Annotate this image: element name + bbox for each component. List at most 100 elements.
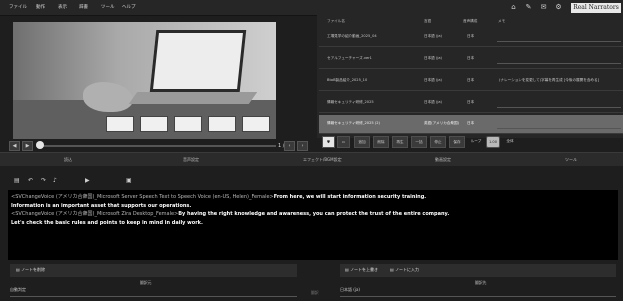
file-row[interactable]: BtoB製品紹介_2025_10 日本語 (ja) 日本 (ナレーションを変更し…: [319, 72, 623, 91]
tab-effect-bgm[interactable]: エフェクト/BGM設定: [303, 157, 342, 163]
menu-view[interactable]: 表示: [58, 4, 67, 10]
column-name[interactable]: ファイル名: [327, 19, 345, 24]
voice-tag: <SVChangeVoice (アメリカ合衆国)_Microsoft Zira …: [11, 211, 179, 217]
note-panel-left: ▤ ノートを削除: [10, 264, 297, 277]
play-button[interactable]: 再生: [392, 136, 408, 148]
delete-button[interactable]: 削除: [373, 136, 389, 148]
slide-thumbnail[interactable]: [208, 116, 236, 132]
note-panel-right: ▤ ノートを上書き ▤ ノートに入力: [340, 264, 616, 277]
seek-bar[interactable]: [36, 145, 276, 147]
file-name: 情報セキュリティ研修_2025 (2): [327, 121, 380, 125]
seek-handle[interactable]: [36, 141, 44, 149]
next-frame-button[interactable]: ▶: [22, 141, 33, 151]
batch-button[interactable]: 一括: [411, 136, 427, 148]
script-line: Information is an important asset that s…: [11, 202, 615, 211]
note-field[interactable]: [497, 119, 621, 129]
file-lang: 英語(アメリカ合衆国): [424, 121, 459, 125]
preview-laptop-screen: [149, 30, 247, 92]
insert-note-label: ノートに入力: [395, 267, 420, 272]
menu-file[interactable]: ファイル: [9, 4, 27, 10]
file-name: セアルフューチャーズ.ver1: [327, 56, 372, 60]
menu-action[interactable]: 動作: [36, 4, 45, 10]
menu-tools[interactable]: ツール: [101, 4, 115, 10]
script-line: <SVChangeVoice (アメリカ合衆国)_Microsoft Zira …: [11, 210, 615, 219]
file-toolbar: ⛊ ▭ 追加 削除 再生 一括 停止 保存 ループ 1.00 全体: [319, 134, 519, 150]
file-list: ファイル名 言語 音声構成 メモ 工場見学の紹介動画_2025_04 日本語 (…: [317, 14, 623, 138]
column-lang[interactable]: 言語: [424, 19, 431, 24]
speed-value[interactable]: 1.00: [486, 136, 500, 148]
file-status: 日本: [467, 78, 475, 82]
home-icon[interactable]: ⌂: [509, 3, 518, 12]
overwrite-note-button[interactable]: ▤ ノートを上書き: [345, 267, 378, 273]
target-lang-label: 翻訳先: [475, 280, 487, 285]
file-row-selected[interactable]: 情報セキュリティ研修_2025 (2) 英語(アメリカ合衆国) 日本: [319, 115, 623, 134]
file-status: 日本: [467, 56, 475, 60]
column-engine[interactable]: 音声構成: [463, 19, 477, 24]
script-text: Information is an important asset that s…: [11, 202, 192, 209]
shield-icon[interactable]: ⛊: [322, 136, 335, 148]
overwrite-note-label: ノートを上書き: [350, 267, 379, 272]
file-row[interactable]: 工場見学の紹介動画_2025_04 日本語 (ja) 日本: [319, 28, 623, 47]
file-note: (ナレーションを変更して)字幕を再生成 [今後の展開を含める]: [499, 78, 600, 82]
document-icon[interactable]: ▭: [337, 136, 350, 148]
file-list-header: ファイル名 言語 音声構成 メモ: [317, 17, 623, 27]
zoom-in-button[interactable]: ›: [297, 141, 308, 151]
file-row[interactable]: セアルフューチャーズ.ver1 日本語 (ja) 日本: [319, 50, 623, 69]
slide-thumbnail[interactable]: [174, 116, 202, 132]
redo-icon[interactable]: ↷: [41, 177, 46, 184]
file-name: 工場見学の紹介動画_2025_04: [327, 34, 377, 38]
tab-bar: 読込 音声設定 エフェクト/BGM設定 動画設定 ツール: [0, 152, 623, 166]
file-status: 日本: [467, 121, 475, 125]
tab-voice-settings[interactable]: 音声設定: [183, 157, 199, 163]
brand-logo: Real Narrators: [571, 3, 621, 13]
source-lang-select[interactable]: 自動判定: [10, 287, 297, 297]
stop-button[interactable]: 停止: [430, 136, 446, 148]
add-button[interactable]: 追加: [354, 136, 370, 148]
all-button[interactable]: 全体: [503, 136, 517, 148]
save-button[interactable]: 保存: [449, 136, 465, 148]
slide-thumbnail[interactable]: [242, 116, 270, 132]
loop-toggle[interactable]: ループ: [468, 136, 484, 148]
file-lang: 日本語 (ja): [424, 34, 442, 38]
delete-note-label: ノートを削除: [21, 267, 46, 272]
delete-note-button[interactable]: ▤ ノートを削除: [16, 267, 45, 273]
menu-help[interactable]: ヘルプ: [122, 4, 136, 10]
pencil-icon[interactable]: ✎: [524, 3, 533, 12]
file-name: 情報セキュリティ研修_2025: [327, 100, 374, 104]
caption-icon[interactable]: ▣: [126, 177, 132, 184]
file-name: BtoB製品紹介_2025_10: [327, 78, 368, 82]
video-preview[interactable]: [13, 22, 276, 139]
insert-note-button[interactable]: ▤ ノートに入力: [390, 267, 419, 273]
zoom-out-button[interactable]: ‹: [284, 141, 295, 151]
preview-laptop-base: [128, 92, 258, 104]
slide-thumbnail[interactable]: [140, 116, 168, 132]
undo-icon[interactable]: ↶: [28, 177, 33, 184]
target-lang-select[interactable]: 日本語 (ja): [340, 287, 616, 297]
voice-tag: <SVChangeVoice (アメリカ合衆国)_Microsoft Serve…: [11, 194, 274, 200]
email-icon[interactable]: ✉: [539, 3, 548, 12]
script-text: From here, we will start information sec…: [273, 194, 427, 200]
tab-video-settings[interactable]: 動画設定: [435, 157, 451, 163]
column-note[interactable]: メモ: [498, 19, 505, 24]
tab-tools[interactable]: ツール: [565, 157, 577, 163]
list-icon[interactable]: ▤: [14, 177, 20, 184]
translate-button[interactable]: 翻訳: [311, 290, 319, 296]
script-editor[interactable]: <SVChangeVoice (アメリカ合衆国)_Microsoft Serve…: [8, 190, 618, 260]
script-line: Let's check the basic rules and points t…: [11, 219, 615, 228]
note-field[interactable]: [497, 98, 621, 108]
play-icon[interactable]: ▶: [85, 177, 90, 184]
menu-dictionary[interactable]: 辞書: [79, 4, 88, 10]
file-row[interactable]: 情報セキュリティ研修_2025 日本語 (ja) 日本: [319, 94, 623, 113]
gear-icon[interactable]: ⚙: [554, 3, 563, 12]
prev-frame-button[interactable]: ◀: [9, 141, 20, 151]
tab-load[interactable]: 読込: [64, 157, 72, 163]
slide-thumbnail[interactable]: [106, 116, 134, 132]
script-text: Let's check the basic rules and points t…: [11, 219, 203, 226]
file-lang: 日本語 (ja): [424, 78, 442, 82]
note-field[interactable]: [497, 54, 621, 64]
file-status: 日本: [467, 100, 475, 104]
file-lang: 日本語 (ja): [424, 100, 442, 104]
speaker-icon[interactable]: ♪: [53, 177, 57, 184]
note-field[interactable]: [497, 32, 621, 42]
source-lang-label: 翻訳元: [140, 280, 152, 285]
